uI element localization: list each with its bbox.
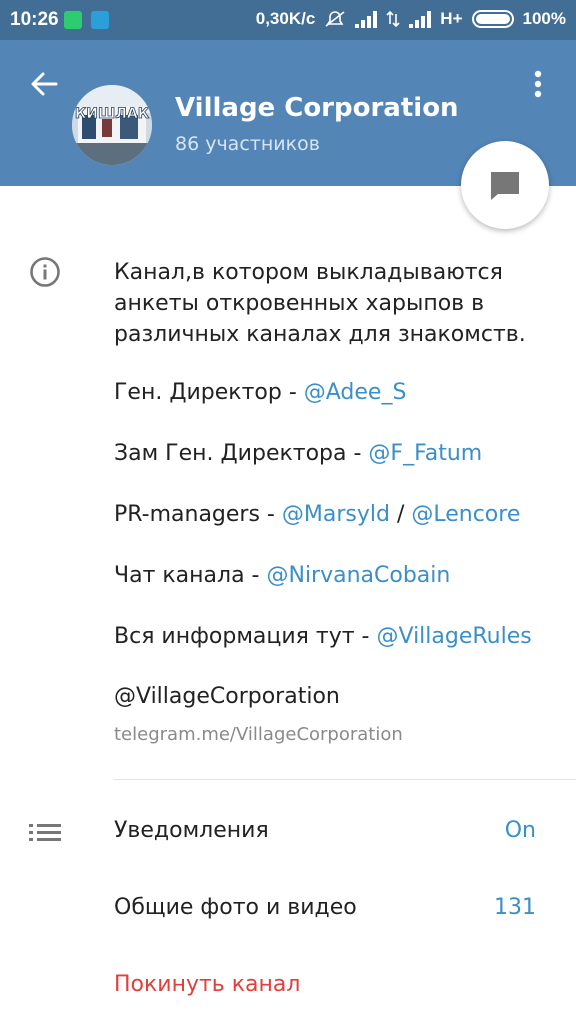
mute-icon: [325, 11, 345, 27]
username-link[interactable]: @Adee_S: [304, 380, 407, 405]
signal-icon: [355, 10, 378, 28]
info-icon: [30, 257, 60, 287]
shield-notification-icon: [64, 11, 82, 29]
battery-level: 100%: [522, 9, 566, 28]
username-link[interactable]: @VillageRules: [377, 624, 532, 649]
network-speed: 0,30K/c: [255, 9, 316, 28]
message-button[interactable]: [461, 141, 549, 229]
channel-avatar[interactable]: КИШЛАК: [72, 85, 152, 165]
shared-media-label[interactable]: Общие фото и видео: [114, 895, 357, 920]
description-line: Зам Ген. Директора - @F_Fatum: [114, 441, 483, 466]
notifications-value[interactable]: On: [505, 818, 536, 843]
username-link[interactable]: @Lencore: [411, 502, 520, 527]
member-count: 86 участников: [175, 133, 320, 155]
divider: [114, 779, 576, 780]
description-line: PR-managers - @Marsyld / @Lencore: [114, 502, 521, 527]
svg-text:КИШЛАК: КИШЛАК: [75, 106, 150, 122]
chat-bubble-icon: [491, 172, 519, 200]
back-arrow-icon[interactable]: [26, 66, 62, 102]
more-options-icon[interactable]: [524, 66, 552, 102]
description-line: Ген. Директор - @Adee_S: [114, 380, 407, 405]
username-link[interactable]: @Marsyld: [282, 502, 390, 527]
data-transfer-icon: [386, 10, 400, 28]
username-link[interactable]: @NirvanaCobain: [266, 563, 450, 588]
leave-channel-button[interactable]: Покинуть канал: [114, 972, 300, 997]
notifications-label[interactable]: Уведомления: [114, 818, 269, 843]
channel-description: Канал,в котором выкладываются анкеты отк…: [114, 260, 526, 347]
list-icon: [29, 824, 61, 841]
battery-icon: [471, 10, 514, 28]
description-line: Вся информация тут - @VillageRules: [114, 624, 532, 649]
channel-username[interactable]: @VillageCorporation: [114, 684, 340, 709]
shared-media-count[interactable]: 131: [494, 895, 536, 920]
telegram-notification-icon: [91, 11, 109, 29]
status-bar: 10:26 0,30K/c H+ 100%: [0, 0, 576, 40]
description-line: Чат канала - @NirvanaCobain: [114, 563, 451, 588]
channel-title: Village Corporation: [175, 93, 459, 123]
username-link[interactable]: @F_Fatum: [368, 441, 482, 466]
status-time: 10:26: [10, 9, 59, 30]
network-type: H+: [440, 9, 463, 28]
signal-2-icon: [409, 10, 432, 28]
channel-link[interactable]: telegram.me/VillageCorporation: [114, 724, 403, 745]
